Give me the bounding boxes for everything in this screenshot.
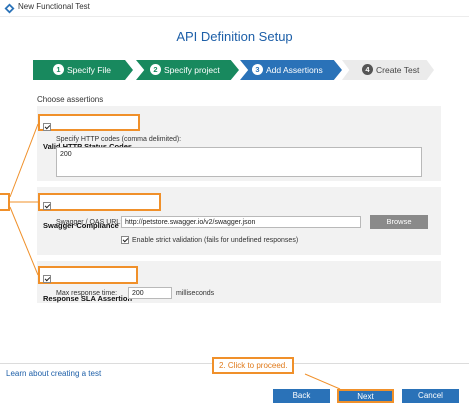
- sla-checkbox-group[interactable]: Response SLA Assertion: [38, 266, 138, 303]
- step-number: 4: [362, 64, 373, 76]
- choose-assertions-label: Choose assertions: [37, 95, 104, 104]
- milliseconds-label: milliseconds: [176, 290, 215, 297]
- step-number: 2: [150, 64, 161, 76]
- strict-validation-checkbox[interactable]: [121, 236, 129, 244]
- step-number: 3: [252, 64, 263, 76]
- sla-checkbox[interactable]: [43, 274, 51, 283]
- wizard-steps: 1 Specify File 2 Specify project 3 Add Asse…: [0, 60, 469, 80]
- app-icon: [4, 3, 15, 14]
- wizard-step-create-test[interactable]: 4 Create Test: [342, 60, 434, 80]
- wizard-step-specify-file[interactable]: 1 Specify File: [33, 60, 133, 80]
- http-codes-textarea[interactable]: 200: [56, 147, 422, 177]
- browse-button[interactable]: Browse: [370, 215, 428, 229]
- back-button[interactable]: Back: [273, 389, 330, 403]
- step-label: Add Assertions: [266, 65, 323, 75]
- status-codes-checkbox-group[interactable]: Valid HTTP Status Codes: [38, 114, 140, 151]
- page-title: API Definition Setup: [176, 29, 293, 44]
- step-number: 1: [53, 64, 64, 76]
- wizard-step-specify-project[interactable]: 2 Specify project: [136, 60, 239, 80]
- step-label: Specify project: [164, 65, 220, 75]
- swagger-checkbox[interactable]: [43, 201, 51, 210]
- status-codes-checkbox[interactable]: [43, 122, 51, 131]
- strict-validation-row[interactable]: Enable strict validation (fails for unde…: [121, 236, 298, 244]
- max-response-time-label: Max response time:: [56, 290, 118, 297]
- next-button[interactable]: Next: [337, 389, 394, 403]
- annotation-marker: [0, 193, 10, 211]
- swagger-url-label: Swagger / OAS URL:: [56, 219, 123, 226]
- step-label: Specify File: [67, 65, 111, 75]
- cancel-button[interactable]: Cancel: [402, 389, 459, 403]
- title-bar: New Functional Test: [0, 0, 469, 17]
- strict-validation-label: Enable strict validation (fails for unde…: [132, 236, 299, 244]
- wizard-step-add-assertions[interactable]: 3 Add Assertions: [240, 60, 342, 80]
- swagger-url-input[interactable]: http://petstore.swagger.io/v2/swagger.js…: [121, 216, 361, 228]
- learn-about-creating-test-link[interactable]: Learn about creating a test: [6, 369, 101, 378]
- max-response-time-input[interactable]: 200: [128, 287, 172, 299]
- window-title: New Functional Test: [18, 2, 90, 11]
- step-label: Create Test: [376, 65, 420, 75]
- http-codes-field-label: Specify HTTP codes (comma delimited):: [56, 136, 182, 143]
- click-to-proceed-callout: 2. Click to proceed.: [212, 357, 295, 374]
- swagger-checkbox-group[interactable]: Swagger Compliance Assertion: [38, 193, 161, 230]
